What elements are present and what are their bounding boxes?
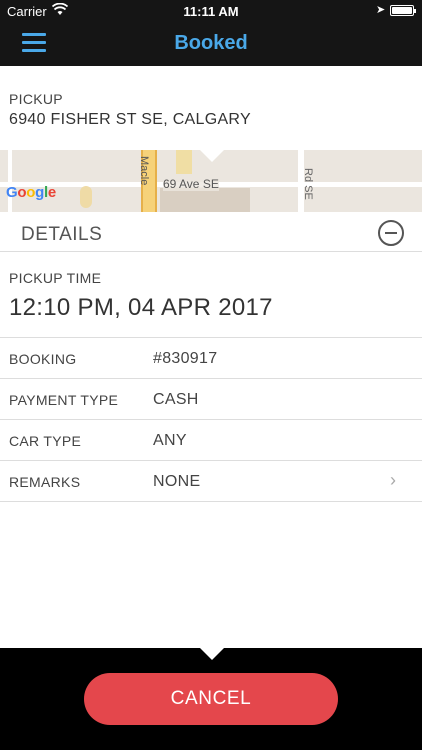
page-title: Booked (174, 32, 248, 54)
clock: 11:11 AM (183, 4, 239, 19)
location-arrow-icon: ➤ (376, 4, 386, 16)
status-bar: Carrier 11:11 AM ➤ (0, 0, 422, 22)
google-logo: Google (6, 184, 56, 201)
pickup-time-label: PICKUP TIME (9, 270, 102, 286)
payment-type-value: CASH (153, 391, 199, 408)
map-park (80, 186, 92, 208)
map-building (160, 188, 250, 212)
map-label-road: Rd SE (302, 168, 314, 200)
detail-row-booking: BOOKING #830917 (0, 338, 422, 379)
map-notch (200, 150, 224, 162)
pickup-time-value: 12:10 PM, 04 APR 2017 (9, 294, 273, 321)
car-type-label: CAR TYPE (9, 433, 82, 449)
battery-icon (390, 5, 416, 16)
pickup-section: PICKUP 6940 FISHER ST SE, CALGARY (0, 66, 422, 150)
detail-row-payment-type: PAYMENT TYPE CASH (0, 379, 422, 420)
map-road (8, 150, 12, 212)
map-label-street: 69 Ave SE (163, 177, 219, 191)
detail-row-remarks[interactable]: REMARKS NONE › (0, 461, 422, 502)
footer-notch (200, 648, 224, 660)
payment-type-label: PAYMENT TYPE (9, 392, 119, 408)
top-bar: Carrier 11:11 AM ➤ Booked (0, 0, 422, 66)
map-building (176, 150, 192, 174)
collapse-minus-icon[interactable] (378, 220, 404, 246)
details-header[interactable]: DETAILS (0, 212, 422, 252)
map-view[interactable]: Macle 69 Ave SE Rd SE Google (0, 150, 422, 212)
detail-row-car-type: CAR TYPE ANY (0, 420, 422, 461)
details-title: DETAILS (21, 224, 103, 245)
pickup-time-section: PICKUP TIME 12:10 PM, 04 APR 2017 (0, 252, 422, 338)
footer-bar: CANCEL (0, 648, 422, 750)
pickup-address: 6940 FISHER ST SE, CALGARY (9, 111, 251, 128)
chevron-right-icon: › (390, 470, 396, 490)
cancel-button[interactable]: CANCEL (84, 673, 338, 725)
booking-value: #830917 (153, 350, 218, 367)
map-label-macleod: Macle (138, 156, 150, 186)
car-type-value: ANY (153, 432, 187, 449)
booking-label: BOOKING (9, 351, 77, 367)
pickup-label: PICKUP (9, 91, 63, 107)
remarks-value: NONE (153, 473, 201, 490)
remarks-label: REMARKS (9, 474, 81, 490)
